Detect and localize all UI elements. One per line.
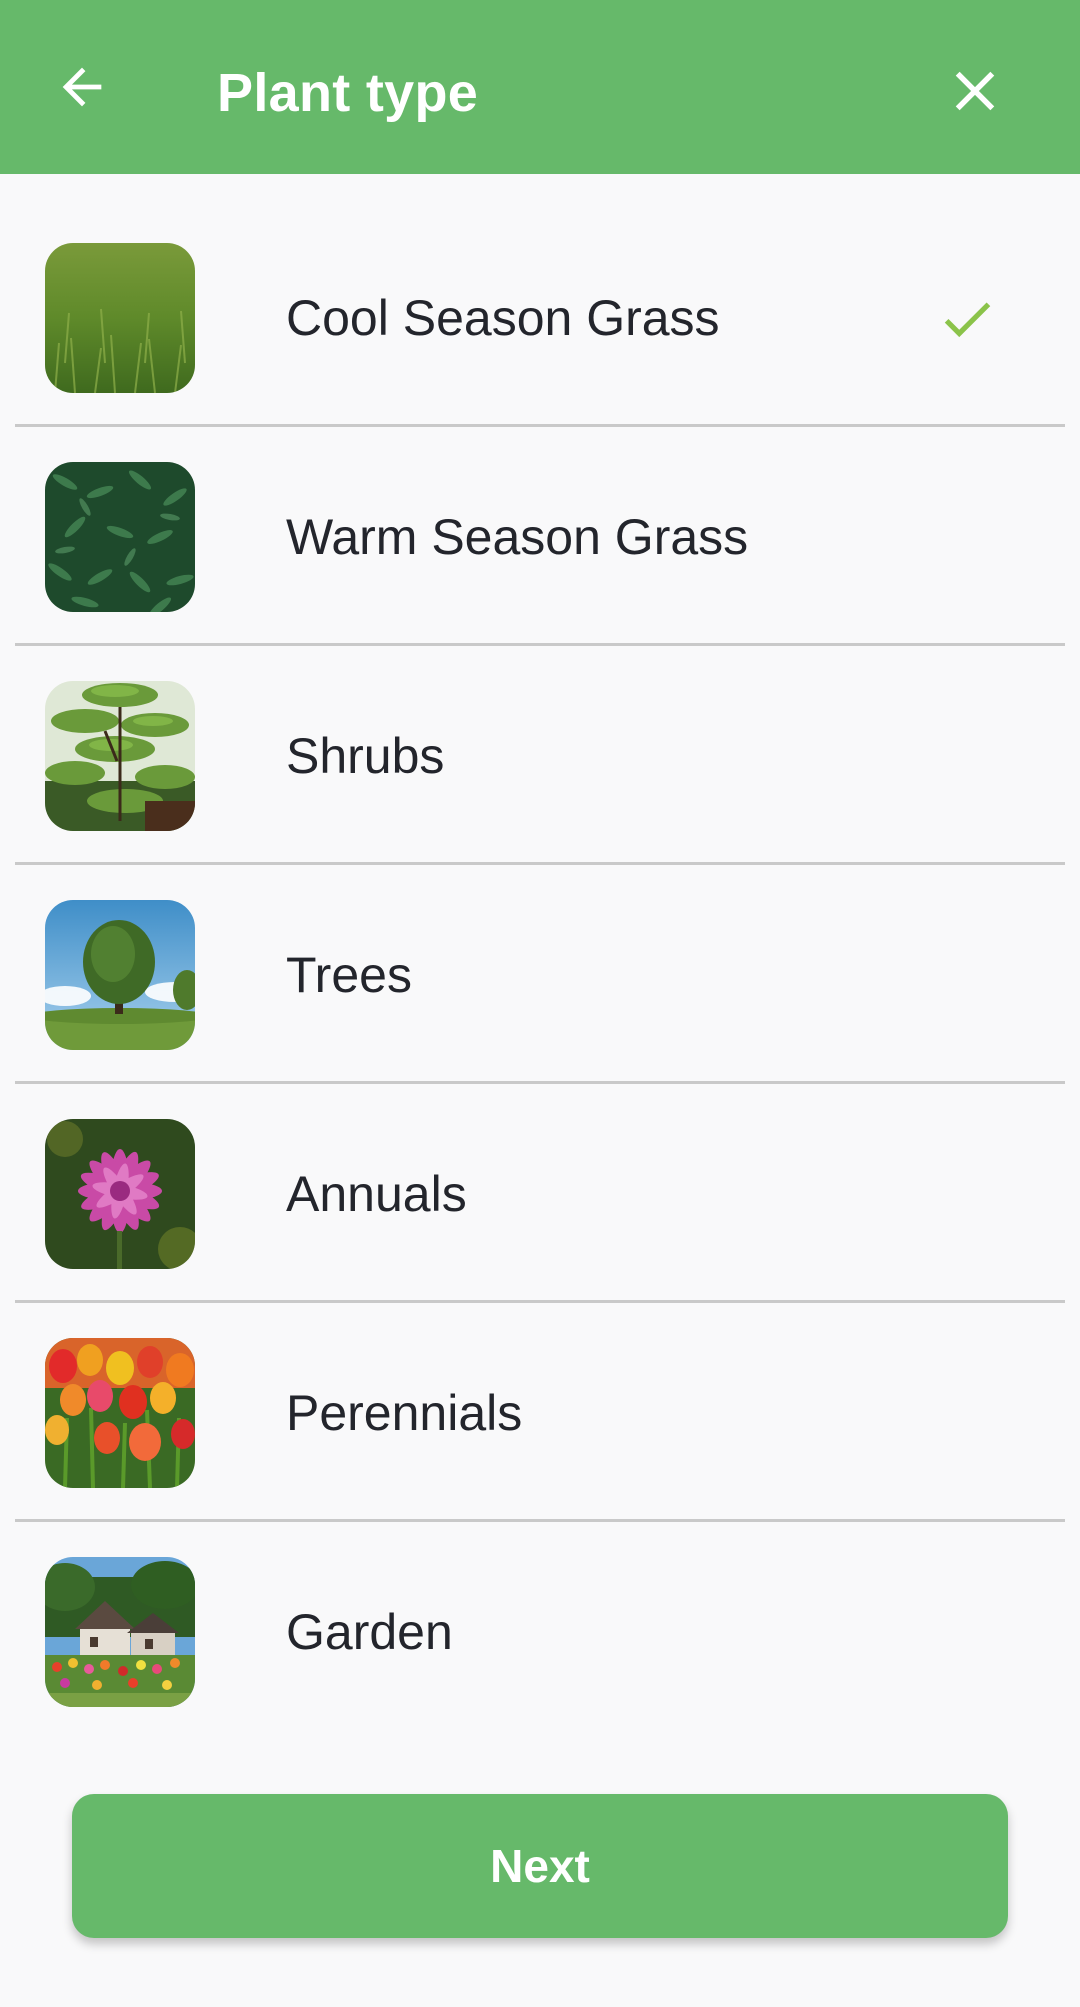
cool-season-grass-photo xyxy=(45,243,195,393)
list-item-warm-season-grass[interactable]: Warm Season Grass xyxy=(0,427,1080,646)
annuals-photo xyxy=(45,1119,195,1269)
list-item-shrubs[interactable]: Shrubs xyxy=(0,646,1080,865)
list-item-cool-season-grass[interactable]: Cool Season Grass xyxy=(0,208,1080,427)
shrubs-photo xyxy=(45,681,195,831)
trees-photo xyxy=(45,900,195,1050)
list-item-perennials[interactable]: Perennials xyxy=(0,1303,1080,1522)
perennials-photo xyxy=(45,1338,195,1488)
plant-type-screen: Plant type Cool Season Grass Warm Season… xyxy=(0,0,1080,2007)
item-label: Cool Season Grass xyxy=(286,290,720,346)
back-button[interactable] xyxy=(40,45,124,129)
item-label: Annuals xyxy=(286,1166,467,1222)
warm-season-grass-photo xyxy=(45,462,195,612)
item-label: Shrubs xyxy=(286,728,445,784)
app-bar: Plant type xyxy=(0,0,1080,174)
page-title: Plant type xyxy=(217,63,479,123)
checkmark-icon xyxy=(944,302,991,338)
list-item-annuals[interactable]: Annuals xyxy=(0,1084,1080,1303)
plant-type-list: Cool Season Grass Warm Season Grass Shru… xyxy=(0,208,1080,1741)
next-button[interactable]: Next xyxy=(72,1794,1008,1938)
item-label: Perennials xyxy=(286,1385,523,1441)
garden-photo xyxy=(45,1557,195,1707)
item-label: Garden xyxy=(286,1604,453,1660)
item-label: Warm Season Grass xyxy=(286,509,749,565)
item-label: Trees xyxy=(286,947,412,1003)
list-item-trees[interactable]: Trees xyxy=(0,865,1080,1084)
close-icon xyxy=(955,71,995,111)
list-item-garden[interactable]: Garden xyxy=(0,1522,1080,1741)
close-button[interactable] xyxy=(933,49,1017,133)
arrow-left-icon xyxy=(62,67,102,107)
next-button-label: Next xyxy=(490,1840,590,1892)
